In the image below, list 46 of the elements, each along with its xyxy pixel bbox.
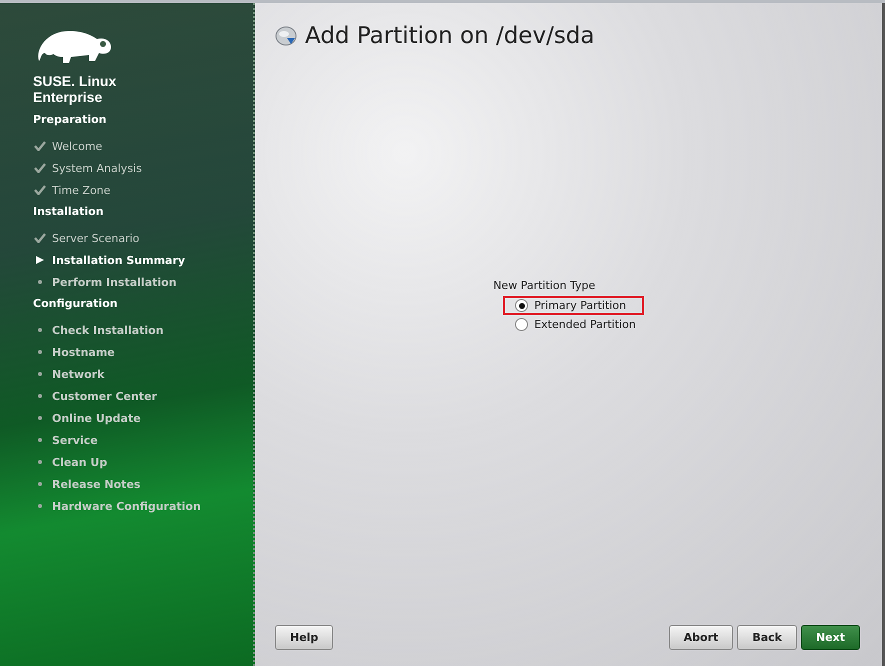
checkmark-icon [34,185,46,195]
wizard-button[interactable]: Abort [668,625,734,650]
option-label[interactable]: Extended Partition [534,318,636,331]
step-label: Clean Up [52,456,108,468]
bullet-icon [38,438,42,442]
bullet-icon [38,504,42,508]
radio-button[interactable] [515,299,528,312]
step-label: Release Notes [52,478,140,490]
step-label: Hardware Configuration [52,500,201,512]
step-label: Installation Summary [52,254,186,266]
checkmark-icon [34,233,46,243]
step-label: Hostname [52,346,115,358]
bullet-icon [38,482,42,486]
step-label: Customer Center [52,390,157,402]
page-title: Add Partition on /dev/sda [305,23,594,49]
option-label[interactable]: Primary Partition [534,299,626,312]
step-label: Welcome [52,140,102,152]
bullet-icon [38,350,42,354]
checkmark-icon [34,141,46,151]
bullet-icon [38,460,42,464]
group-label: New Partition Type [493,279,596,292]
radio-button[interactable] [515,318,528,331]
step-label: Server Scenario [52,232,140,244]
bullet-icon [38,394,42,398]
wizard-button[interactable]: Next [800,625,860,650]
help-button[interactable]: Help [275,625,334,650]
disk-icon [275,25,297,47]
bullet-icon [38,328,42,332]
arrow-icon [36,256,44,264]
product-name: Enterprise [33,89,104,105]
bullet-icon [38,372,42,376]
step-label: Online Update [52,412,141,424]
step-label: System Analysis [52,162,142,174]
bullet-icon [38,280,42,284]
checkmark-icon [34,163,46,173]
product-name: SUSE. Linux [33,73,118,89]
section-heading: Preparation [33,113,108,128]
step-label: Network [52,368,104,380]
section-heading: Configuration [33,297,119,312]
step-label: Check Installation [52,324,164,336]
section-heading: Installation [33,205,105,220]
wizard-button[interactable]: Back [737,625,797,650]
step-label: Time Zone [52,184,110,196]
step-label: Service [52,434,98,446]
bullet-icon [38,416,42,420]
step-label: Perform Installation [52,276,177,288]
